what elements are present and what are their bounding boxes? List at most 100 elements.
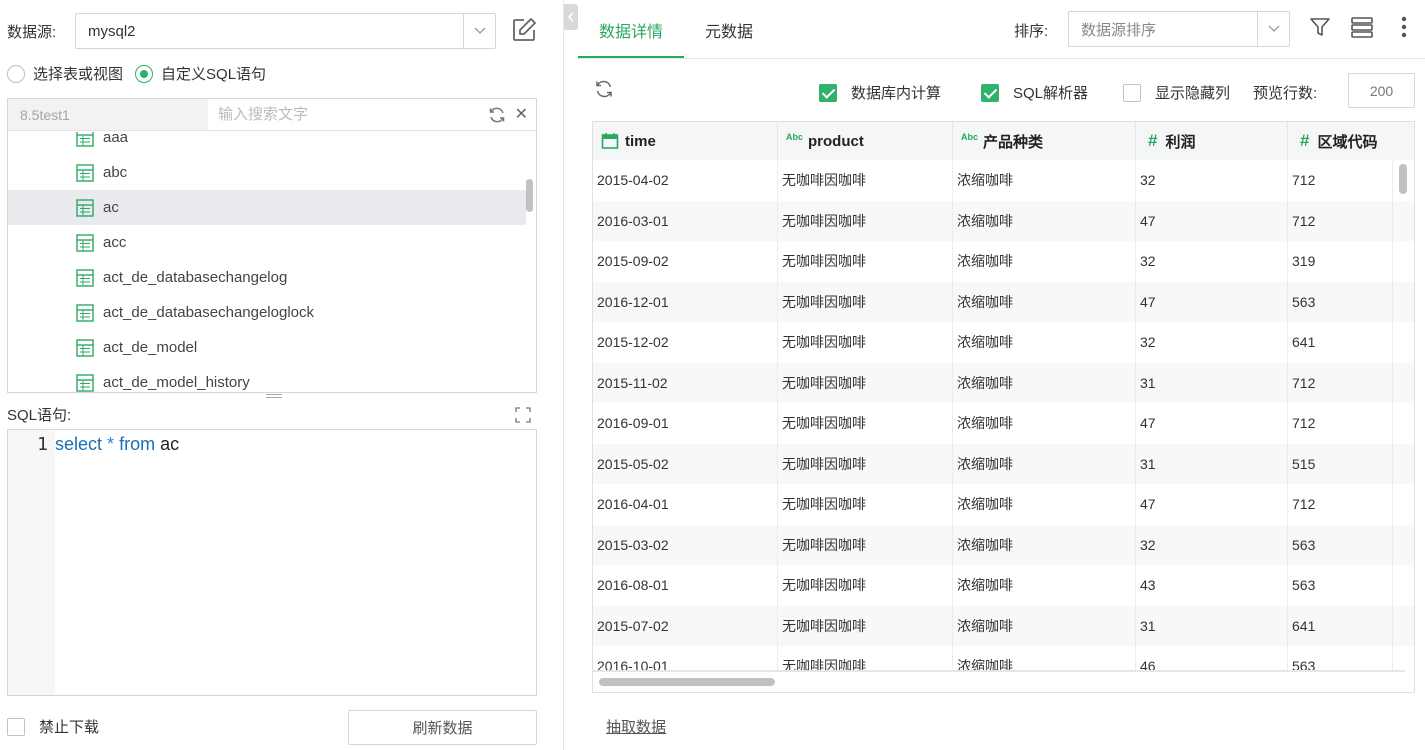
collapse-left-icon[interactable] <box>564 4 578 30</box>
column-header-time[interactable]: time <box>593 122 778 160</box>
sql-code-line[interactable]: select * from ac <box>55 434 179 455</box>
tree-item-act-de-model-history[interactable]: act_de_model_history <box>8 365 526 392</box>
schema-tag: 8.5test1 <box>8 99 208 130</box>
tree-item-act-de-model[interactable]: act_de_model <box>8 330 526 365</box>
chevron-down-icon[interactable] <box>1257 12 1289 46</box>
sql-editor[interactable]: 1 select * from ac <box>7 429 537 696</box>
chevron-down-icon[interactable] <box>463 14 495 48</box>
checkbox-box[interactable] <box>1123 83 1141 102</box>
table-row[interactable]: 2015-12-02 无咖啡因咖啡 浓缩咖啡 32 641 <box>593 322 1414 363</box>
refresh-icon[interactable] <box>594 79 614 99</box>
table-row[interactable]: 2015-09-02 无咖啡因咖啡 浓缩咖啡 32 319 <box>593 241 1414 282</box>
fullscreen-icon[interactable] <box>515 407 531 423</box>
table-cell: 浓缩咖啡 <box>953 524 1136 565</box>
table-cell: 浓缩咖啡 <box>953 403 1136 444</box>
checkbox-box-checked[interactable] <box>981 83 999 102</box>
refresh-icon[interactable] <box>488 106 506 124</box>
column-layout-icon[interactable] <box>1350 16 1374 38</box>
table-cell: 无咖啡因咖啡 <box>778 605 953 646</box>
preview-rows-label: 预览行数: <box>1253 85 1318 102</box>
table-icon <box>76 233 94 252</box>
table-cell: 浓缩咖啡 <box>953 565 1136 606</box>
sort-value: 数据源排序 <box>1081 21 1157 39</box>
table-icon <box>76 373 94 392</box>
extract-data-link[interactable]: 抽取数据 <box>606 716 666 737</box>
table-cell: 无咖啡因咖啡 <box>778 403 953 444</box>
tree-item-abc[interactable]: abc <box>8 155 526 190</box>
table-row[interactable]: 2016-12-01 无咖啡因咖啡 浓缩咖啡 47 563 <box>593 281 1414 322</box>
sort-select[interactable]: 数据源排序 <box>1068 11 1290 47</box>
line-number: 1 <box>37 434 48 455</box>
checkbox-box-checked[interactable] <box>819 83 837 102</box>
filter-icon[interactable] <box>1309 16 1331 38</box>
sql-parser-checkbox[interactable]: SQL解析器 <box>981 82 1088 103</box>
tree-item-ac[interactable]: ac <box>8 190 526 225</box>
checkbox-label: SQL解析器 <box>1013 85 1089 102</box>
table-row[interactable]: 2015-05-02 无咖啡因咖啡 浓缩咖啡 31 515 <box>593 443 1414 484</box>
column-header-product[interactable]: Abc product <box>778 122 953 160</box>
table-cell: 31 <box>1136 605 1288 646</box>
table-cell: 无咖啡因咖啡 <box>778 362 953 403</box>
tree-item-act-de-databasechangeloglock[interactable]: act_de_databasechangeloglock <box>8 295 526 330</box>
table-cell: 2015-04-02 <box>593 160 778 201</box>
grid-body: 2015-04-02 无咖啡因咖啡 浓缩咖啡 32 712 2016-03-01 无咖啡因咖… <box>593 160 1414 670</box>
resize-handle[interactable] <box>266 394 282 398</box>
column-header-region-code[interactable]: # 区域代码 <box>1288 122 1414 160</box>
sql-keyword-select: select <box>55 434 103 454</box>
more-vertical-icon[interactable] <box>1397 15 1411 39</box>
table-row[interactable]: 2015-07-02 无咖啡因咖啡 浓缩咖啡 31 641 <box>593 605 1414 646</box>
tree-scrollbar[interactable] <box>526 179 533 212</box>
show-hidden-columns-checkbox[interactable]: 显示隐藏列 <box>1123 82 1230 103</box>
datasource-select[interactable]: mysql2 <box>75 13 496 49</box>
table-row[interactable]: 2016-03-01 无咖啡因咖啡 浓缩咖啡 47 712 <box>593 200 1414 241</box>
tab-data-detail[interactable]: 数据详情 <box>578 0 685 59</box>
table-cell: 43 <box>1136 565 1288 606</box>
radio-custom-sql[interactable]: 自定义SQL语句 <box>135 63 266 84</box>
table-cell: 浓缩咖啡 <box>953 322 1136 363</box>
sql-label: SQL语句: <box>7 407 72 424</box>
radio-select-table[interactable]: 选择表或视图 <box>7 63 123 84</box>
tree-search-input[interactable] <box>218 100 478 129</box>
table-row[interactable]: 2016-04-01 无咖啡因咖啡 浓缩咖啡 47 712 <box>593 484 1414 525</box>
table-cell: 无咖啡因咖啡 <box>778 241 953 282</box>
radio-circle-checked[interactable] <box>135 64 154 83</box>
table-row[interactable]: 2016-09-01 无咖啡因咖啡 浓缩咖啡 47 712 <box>593 403 1414 444</box>
column-header-profit[interactable]: # 利润 <box>1136 122 1288 160</box>
checkbox-box[interactable] <box>7 717 25 736</box>
edit-icon[interactable] <box>510 16 538 44</box>
radio-circle[interactable] <box>7 64 25 83</box>
table-row[interactable]: 2016-10-01 无咖啡因咖啡 浓缩咖啡 46 563 <box>593 646 1414 670</box>
tab-metadata[interactable]: 元数据 <box>684 0 774 59</box>
close-icon[interactable]: ✕ <box>515 104 528 124</box>
column-header-label: 产品种类 <box>983 133 1044 151</box>
table-cell: 浓缩咖啡 <box>953 646 1136 670</box>
table-cell: 2015-05-02 <box>593 443 778 484</box>
table-row[interactable]: 2016-08-01 无咖啡因咖啡 浓缩咖啡 43 563 <box>593 565 1414 606</box>
preview-rows-input[interactable] <box>1348 73 1415 108</box>
grid-horizontal-scrollbar[interactable] <box>599 678 775 686</box>
grid-vertical-scrollbar[interactable] <box>1399 164 1407 194</box>
column-header-product-category[interactable]: Abc 产品种类 <box>953 122 1136 160</box>
table-icon <box>76 268 94 287</box>
sql-table-name: ac <box>160 434 180 454</box>
in-db-compute-checkbox[interactable]: 数据库内计算 <box>819 82 941 103</box>
tree-item-act-de-databasechangelog[interactable]: act_de_databasechangelog <box>8 260 526 295</box>
refresh-data-button[interactable]: 刷新数据 <box>348 710 537 745</box>
tree-item-label: act_de_model <box>103 339 198 356</box>
table-row[interactable]: 2015-04-02 无咖啡因咖啡 浓缩咖啡 32 712 <box>593 160 1414 201</box>
table-icon <box>76 132 94 147</box>
tree-item-aaa[interactable]: aaa <box>8 132 526 155</box>
table-cell: 无咖啡因咖啡 <box>778 524 953 565</box>
table-cell: 浓缩咖啡 <box>953 160 1136 201</box>
table-row[interactable]: 2015-03-02 无咖啡因咖啡 浓缩咖啡 32 563 <box>593 524 1414 565</box>
table-cell: 712 <box>1288 200 1393 241</box>
table-cell: 515 <box>1288 443 1393 484</box>
table-cell: 浓缩咖啡 <box>953 443 1136 484</box>
table-cell: 无咖啡因咖啡 <box>778 484 953 525</box>
text-type-icon: Abc <box>961 132 979 142</box>
table-cell: 2015-09-02 <box>593 241 778 282</box>
panel-divider[interactable] <box>563 0 564 750</box>
table-row[interactable]: 2015-11-02 无咖啡因咖啡 浓缩咖啡 31 712 <box>593 362 1414 403</box>
tree-item-acc[interactable]: acc <box>8 225 526 260</box>
disable-download-checkbox[interactable]: 禁止下载 <box>7 716 99 737</box>
